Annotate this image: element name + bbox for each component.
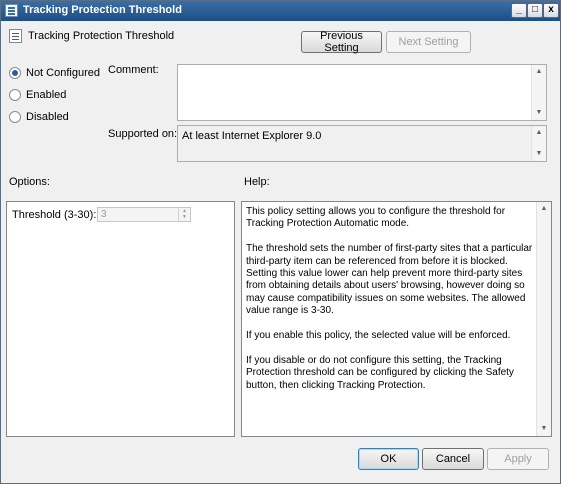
policy-dialog-window: Tracking Protection Threshold _ □ x Trac… [0, 0, 561, 484]
policy-setting-icon [5, 4, 18, 17]
next-setting-button[interactable]: Next Setting [386, 31, 471, 53]
threshold-value: 3 [101, 209, 107, 220]
minimize-button[interactable]: _ [511, 3, 527, 18]
radio-disabled[interactable]: Disabled [9, 111, 69, 123]
comment-label: Comment: [108, 64, 159, 76]
previous-setting-button[interactable]: Previous Setting [301, 30, 382, 54]
help-heading: Help: [244, 176, 270, 188]
radio-not-configured[interactable]: Not Configured [9, 67, 100, 79]
options-panel: Threshold (3-30): 3 ▲ ▼ [6, 201, 235, 437]
policy-setting-icon [9, 29, 22, 43]
scroll-down-arrow-icon[interactable]: ▼ [532, 106, 546, 120]
radio-indicator[interactable] [9, 111, 21, 123]
threshold-spinbox[interactable]: 3 ▲ ▼ [97, 207, 191, 222]
comment-scrollbar[interactable]: ▲ ▼ [531, 65, 546, 120]
apply-button[interactable]: Apply [487, 448, 549, 470]
supported-on-value: At least Internet Explorer 9.0 [182, 130, 322, 142]
radio-label: Disabled [26, 111, 69, 123]
radio-label: Enabled [26, 89, 67, 101]
help-paragraph: The threshold sets the number of first-p… [246, 243, 533, 317]
spin-down-icon[interactable]: ▼ [179, 214, 190, 220]
options-heading: Options: [9, 176, 50, 188]
spin-buttons[interactable]: ▲ ▼ [178, 208, 190, 221]
help-paragraph: If you disable or do not configure this … [246, 354, 514, 391]
radio-indicator[interactable] [9, 89, 21, 101]
setting-name: Tracking Protection Threshold [28, 30, 175, 42]
radio-enabled[interactable]: Enabled [9, 89, 66, 101]
radio-indicator[interactable] [9, 67, 21, 79]
scroll-up-arrow-icon[interactable]: ▲ [532, 126, 546, 140]
help-paragraph: If you enable this policy, the selected … [246, 330, 511, 342]
ok-button[interactable]: OK [358, 448, 419, 470]
help-scrollbar[interactable]: ▲ ▼ [536, 202, 551, 436]
scroll-up-arrow-icon[interactable]: ▲ [532, 65, 546, 79]
scroll-down-arrow-icon[interactable]: ▼ [532, 147, 546, 161]
supported-scrollbar[interactable]: ▲ ▼ [531, 126, 546, 161]
radio-label: Not Configured [26, 67, 100, 79]
title-bar[interactable]: Tracking Protection Threshold _ □ x [1, 1, 560, 21]
scroll-down-arrow-icon[interactable]: ▼ [537, 422, 551, 436]
close-button[interactable]: x [543, 3, 559, 18]
supported-on-label: Supported on: [108, 128, 178, 140]
supported-on-field: At least Internet Explorer 9.0 ▲ ▼ [177, 125, 547, 162]
threshold-label: Threshold (3-30): [12, 209, 97, 221]
cancel-button[interactable]: Cancel [422, 448, 484, 470]
scroll-up-arrow-icon[interactable]: ▲ [537, 202, 551, 216]
help-paragraph: This policy setting allows you to config… [246, 206, 506, 230]
help-text: This policy setting allows you to config… [246, 206, 533, 404]
window-title: Tracking Protection Threshold [23, 4, 182, 16]
comment-textarea[interactable]: ▲ ▼ [177, 64, 547, 121]
maximize-button[interactable]: □ [527, 3, 543, 18]
help-panel: This policy setting allows you to config… [241, 201, 552, 437]
